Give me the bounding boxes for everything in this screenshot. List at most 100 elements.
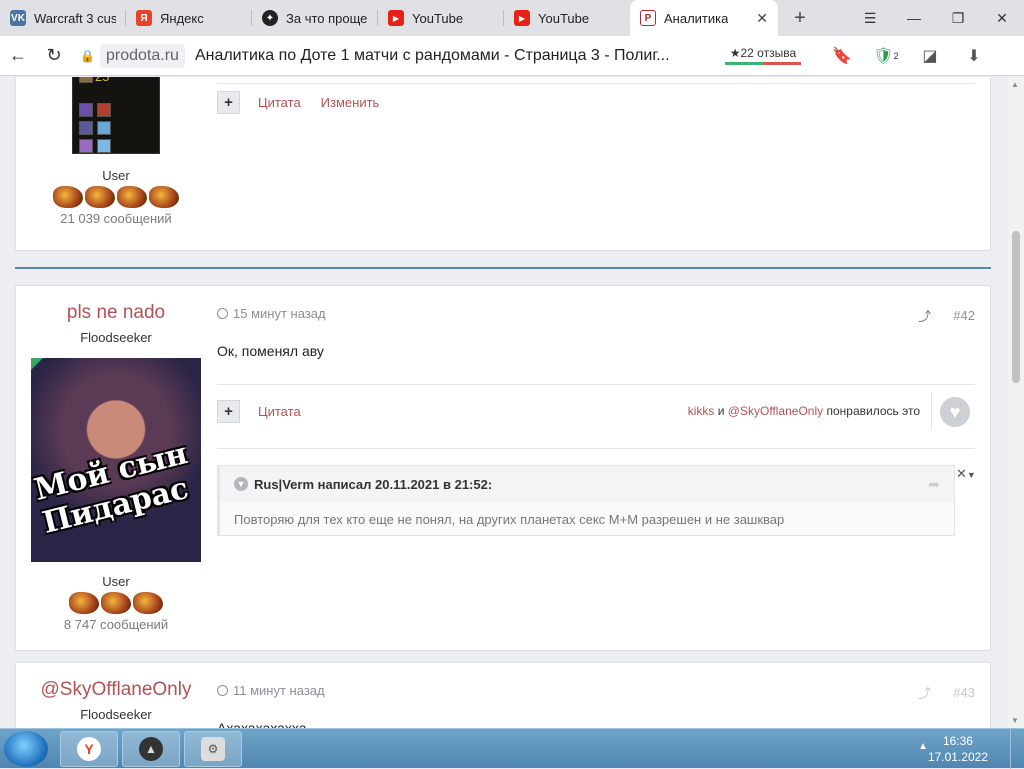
rank-icon — [117, 186, 147, 208]
tab-0[interactable]: VK Warcraft 3 cus — [0, 0, 126, 36]
start-button[interactable] — [4, 731, 48, 767]
rank-icons — [16, 186, 216, 208]
page-content: 25 User 21 039 сообщений + Цитата Измени… — [0, 77, 1008, 728]
post-number[interactable]: #43 — [953, 685, 975, 700]
tool-icon: ⚙ — [201, 737, 225, 761]
url-page-title[interactable]: Аналитика по Доте 1 матчи с рандомами - … — [195, 47, 695, 65]
share-icon[interactable]: ⤴ — [918, 306, 931, 325]
likes-text: kikks и @SkyOfflaneOnly понравилось это — [688, 404, 920, 418]
minimize-icon[interactable]: — — [892, 0, 936, 36]
quote-author: Rus|Verm написал 20.11.2021 в 21:52: — [254, 476, 493, 492]
author-role: User — [102, 574, 130, 589]
scrollbar[interactable]: ▲ ▼ — [1008, 77, 1024, 728]
protect-count: 2 — [893, 50, 899, 61]
liker-link[interactable]: @SkyOfflaneOnly — [728, 404, 823, 418]
author-stats: User 8 747 сообщений — [16, 574, 216, 632]
author-info: @SkyOfflaneOnly Floodseeker — [16, 679, 216, 722]
author-post-count: 21 039 сообщений — [60, 211, 172, 226]
rank-icon — [53, 186, 83, 208]
back-icon[interactable]: ← — [0, 38, 36, 74]
multiquote-button[interactable]: + — [217, 400, 240, 423]
author-role: User — [102, 168, 130, 183]
avatar[interactable]: Мой сын Пидарас — [31, 358, 201, 562]
share-icon[interactable]: ⤴ — [918, 683, 931, 702]
launcher-icon: ▲ — [139, 737, 163, 761]
close-icon[interactable]: ✕ — [756, 10, 768, 27]
taskbar-yandex[interactable]: Y — [60, 731, 118, 767]
author-name[interactable]: pls ne nado — [16, 302, 216, 324]
rank-icon — [69, 592, 99, 614]
bookmark-icon[interactable]: 🔖 — [827, 41, 857, 71]
edit-button[interactable]: Изменить — [321, 95, 380, 110]
url-domain[interactable]: prodota.ru — [100, 43, 185, 68]
post-actions: + Цитата Изменить — [217, 91, 379, 114]
quote-block: ▼ Rus|Verm написал 20.11.2021 в 21:52: ➦… — [217, 465, 955, 536]
tab-title: Аналитика — [664, 10, 729, 26]
tab-title: Warcraft 3 cus — [34, 10, 116, 26]
tab-title: YouTube — [412, 10, 464, 26]
chevron-down-icon[interactable]: ▼ — [967, 470, 976, 480]
youtube-icon: ▶ — [514, 10, 530, 26]
prodota-icon: P — [640, 10, 656, 26]
rank-icon — [101, 592, 131, 614]
tab-3[interactable]: ▶ YouTube — [378, 0, 504, 36]
post-time[interactable]: 15 минут назад — [233, 306, 326, 321]
post-number[interactable]: #42 — [953, 308, 975, 323]
close-quote-icon[interactable]: ✕ — [956, 466, 967, 481]
new-tab-button[interactable]: + — [786, 4, 814, 32]
compass-icon: ✦ — [262, 10, 278, 26]
author-name[interactable]: @SkyOfflaneOnly — [16, 679, 216, 701]
post-number-area: ⤴ #42 — [918, 306, 975, 325]
rank-icon — [85, 186, 115, 208]
quote-button[interactable]: Цитата — [258, 95, 301, 110]
vk-icon: VK — [10, 10, 26, 26]
clock[interactable]: 16:36 17.01.2022 — [928, 733, 988, 765]
author-info: User 21 039 сообщений — [16, 168, 216, 226]
clock-icon — [217, 308, 228, 319]
scroll-down-icon[interactable]: ▼ — [1011, 716, 1019, 725]
reviews-count: 22 отзыва — [740, 46, 797, 60]
collections-icon[interactable]: ◪ — [915, 41, 945, 71]
tab-5-active[interactable]: P Аналитика ✕ — [630, 0, 778, 36]
tab-title: За что проще — [286, 10, 368, 26]
liker-link[interactable]: kikks — [688, 404, 715, 418]
menu-icon[interactable]: ☰ — [848, 0, 892, 36]
tab-1[interactable]: Я Яндекс — [126, 0, 252, 36]
new-posts-separator — [15, 267, 991, 269]
quote-button[interactable]: Цитата — [258, 404, 301, 419]
scroll-up-icon[interactable]: ▲ — [1011, 80, 1019, 89]
post-card-prev: 25 User 21 039 сообщений + Цитата Измени… — [15, 77, 991, 251]
show-desktop-button[interactable] — [1010, 729, 1024, 769]
clock-time: 16:36 — [942, 734, 973, 748]
scrollbar-thumb[interactable] — [1012, 231, 1020, 383]
protect-icon[interactable]: 🛡 2 — [871, 41, 901, 71]
address-bar: ← ↻ 🔒 prodota.ru Аналитика по Доте 1 мат… — [0, 36, 1024, 76]
tray-expand-icon[interactable]: ▲ — [918, 741, 928, 752]
post-card-43: @SkyOfflaneOnly Floodseeker 11 минут наз… — [15, 662, 991, 728]
reload-icon[interactable]: ↻ — [36, 38, 72, 74]
rank-icon — [133, 592, 163, 614]
quote-tools: ✕▼ — [956, 466, 976, 482]
taskbar-app[interactable]: ▲ — [122, 731, 180, 767]
post-number-area: ⤴ #43 — [918, 683, 975, 702]
author-info: pls ne nado Floodseeker — [16, 302, 216, 345]
taskbar-app[interactable]: ⚙ — [184, 731, 242, 767]
clock-icon — [217, 685, 228, 696]
post-meta: 15 минут назад — [217, 306, 326, 321]
download-icon[interactable]: ⬇ — [959, 41, 989, 71]
tab-2[interactable]: ✦ За что проще — [252, 0, 378, 36]
tab-4[interactable]: ▶ YouTube — [504, 0, 630, 36]
inventory-number: 25 — [95, 77, 109, 84]
post-time[interactable]: 11 минут назад — [233, 683, 325, 698]
chevron-down-icon[interactable]: ▼ — [234, 477, 248, 491]
reviews-badge[interactable]: ★22 отзыва — [724, 46, 801, 65]
quote-source-icon[interactable]: ➦ — [928, 476, 940, 493]
clock-date: 17.01.2022 — [927, 750, 988, 764]
restore-icon[interactable]: ❐ — [936, 0, 980, 36]
close-window-icon[interactable]: ✕ — [980, 0, 1024, 36]
like-heart-icon[interactable]: ♥ — [940, 397, 970, 427]
tab-title: Яндекс — [160, 10, 204, 26]
lock-icon[interactable]: 🔒 — [80, 49, 96, 63]
window-controls: ☰ — ❐ ✕ — [848, 0, 1024, 36]
multiquote-button[interactable]: + — [217, 91, 240, 114]
